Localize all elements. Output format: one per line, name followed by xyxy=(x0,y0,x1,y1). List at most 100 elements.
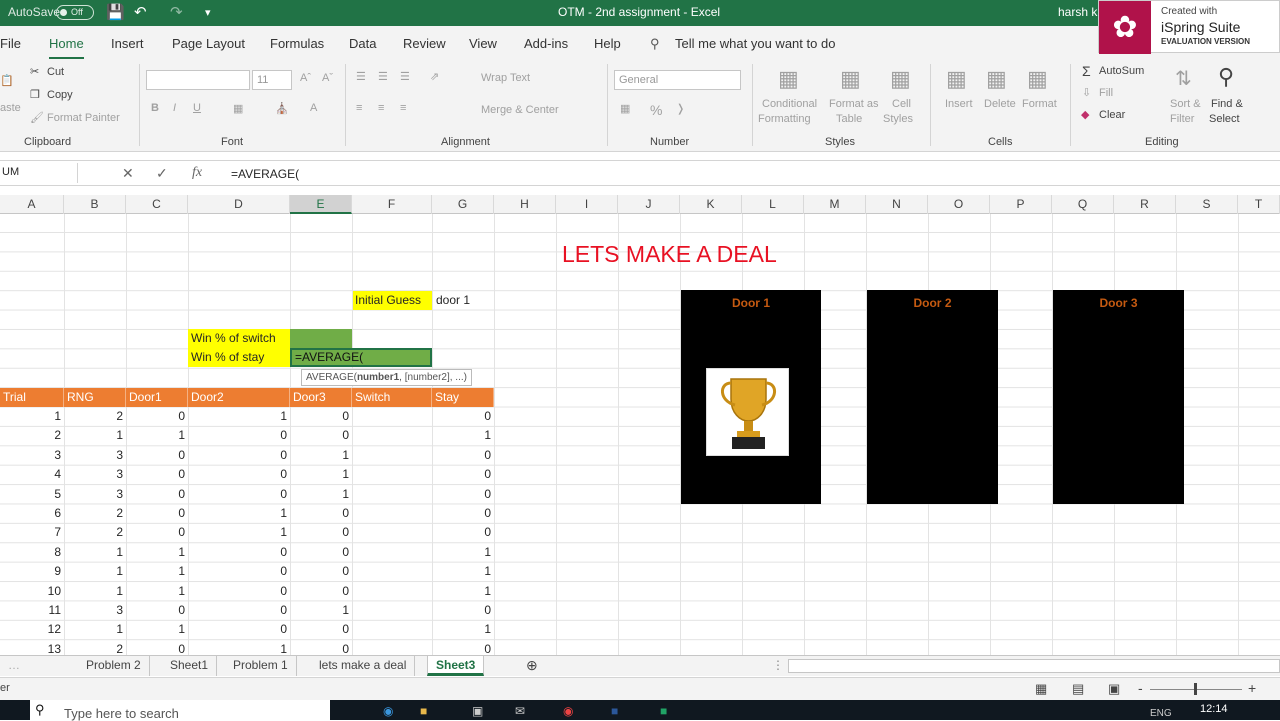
find-icon[interactable]: ⚲ xyxy=(1218,64,1234,90)
table-cell[interactable]: 0 xyxy=(290,620,352,639)
table-cell[interactable]: 0 xyxy=(126,465,188,484)
table-cell[interactable]: 3 xyxy=(64,465,126,484)
zoom-in-button[interactable]: + xyxy=(1248,680,1256,696)
format-painter-icon[interactable]: 🖌 xyxy=(30,111,44,124)
align-top-icon[interactable]: ☰ xyxy=(356,70,366,83)
table-cell[interactable]: 0 xyxy=(126,407,188,426)
table-cell[interactable]: 1 xyxy=(126,562,188,581)
find-select-button[interactable]: Find & xyxy=(1211,98,1243,110)
prev-sheet-icon[interactable]: … xyxy=(0,656,28,676)
fill-color-icon[interactable]: ⛪ xyxy=(275,102,289,115)
table-cell[interactable]: 0 xyxy=(126,446,188,465)
autosum-button[interactable]: AutoSum xyxy=(1099,65,1144,77)
paste-button[interactable]: aste xyxy=(0,102,21,114)
column-header[interactable]: E xyxy=(290,195,352,214)
mail-icon[interactable]: ✉ xyxy=(515,704,525,718)
column-header[interactable]: F xyxy=(352,195,432,214)
table-cell[interactable]: 0 xyxy=(290,582,352,601)
table-cell[interactable]: 0 xyxy=(188,485,290,504)
autosave-toggle[interactable]: Off xyxy=(56,5,94,20)
table-header[interactable]: Stay xyxy=(432,388,494,407)
table-cell[interactable]: 0 xyxy=(188,562,290,581)
win-switch-value[interactable] xyxy=(290,329,352,348)
tab-review[interactable]: Review xyxy=(403,36,446,51)
table-cell[interactable]: 0 xyxy=(126,485,188,504)
table-cell[interactable]: 0 xyxy=(432,446,494,465)
table-cell[interactable]: 0 xyxy=(432,601,494,620)
table-cell[interactable]: 1 xyxy=(290,465,352,484)
table-cell[interactable]: 8 xyxy=(0,543,64,562)
tab-data[interactable]: Data xyxy=(349,36,376,51)
table-header[interactable]: Switch xyxy=(352,388,432,407)
table-cell[interactable]: 1 xyxy=(64,426,126,445)
table-cell[interactable]: 2 xyxy=(64,407,126,426)
save-icon[interactable]: 💾 xyxy=(106,3,125,21)
format-cells-button[interactable]: Format xyxy=(1022,98,1057,110)
table-cell[interactable]: 1 xyxy=(432,562,494,581)
table-cell[interactable]: 0 xyxy=(290,426,352,445)
column-header[interactable]: K xyxy=(680,195,742,214)
win-stay-label[interactable]: Win % of stay xyxy=(188,348,290,367)
percent-icon[interactable]: % xyxy=(650,102,662,118)
column-header[interactable]: T xyxy=(1238,195,1280,214)
sort-filter-button-2[interactable]: Filter xyxy=(1170,113,1194,125)
column-header[interactable]: S xyxy=(1176,195,1238,214)
table-cell[interactable]: 0 xyxy=(432,504,494,523)
table-cell[interactable]: 0 xyxy=(188,543,290,562)
table-cell[interactable]: 9 xyxy=(0,562,64,581)
column-header[interactable]: R xyxy=(1114,195,1176,214)
table-header[interactable]: Door1 xyxy=(126,388,188,407)
font-name-select[interactable] xyxy=(146,70,250,90)
column-header[interactable]: B xyxy=(64,195,126,214)
copy-button[interactable]: Copy xyxy=(47,89,73,101)
sheet-tab[interactable]: Problem 2 xyxy=(78,656,150,676)
table-cell[interactable]: 3 xyxy=(64,446,126,465)
cell-styles-button[interactable]: Cell xyxy=(892,98,911,110)
table-cell[interactable]: 0 xyxy=(290,407,352,426)
table-cell[interactable]: 3 xyxy=(0,446,64,465)
table-cell[interactable]: 1 xyxy=(432,543,494,562)
conditional-formatting-button[interactable]: Conditional xyxy=(762,98,817,110)
tab-add-ins[interactable]: Add-ins xyxy=(524,36,568,51)
format-as-table-button[interactable]: Format as xyxy=(829,98,879,110)
font-size-select[interactable]: 11 xyxy=(252,70,292,90)
cancel-icon[interactable]: ✕ xyxy=(122,165,134,182)
column-header[interactable]: M xyxy=(804,195,866,214)
table-header[interactable]: Door2 xyxy=(188,388,290,407)
sheet-tab[interactable]: lets make a deal xyxy=(311,656,416,676)
tab-formulas[interactable]: Formulas xyxy=(270,36,324,51)
tab-help[interactable]: Help xyxy=(594,36,621,51)
grow-font-icon[interactable]: Aˆ xyxy=(300,72,311,84)
autosum-icon[interactable]: Σ xyxy=(1082,63,1091,79)
format-as-table-button-2[interactable]: Table xyxy=(836,113,862,125)
word-icon[interactable]: ■ xyxy=(611,704,618,718)
shrink-font-icon[interactable]: Aˇ xyxy=(322,72,333,84)
table-cell[interactable]: 0 xyxy=(290,523,352,542)
column-header[interactable]: A xyxy=(0,195,64,214)
align-bottom-icon[interactable]: ☰ xyxy=(400,70,410,83)
win-switch-label[interactable]: Win % of switch xyxy=(188,329,290,348)
insert-cells-icon[interactable]: ▦ xyxy=(946,66,967,92)
font-color-icon[interactable]: A xyxy=(310,102,317,114)
page-layout-view-icon[interactable]: ▤ xyxy=(1072,681,1084,697)
table-cell[interactable]: 0 xyxy=(290,562,352,581)
cell-styles-icon[interactable]: ▦ xyxy=(890,66,911,92)
table-cell[interactable]: 2 xyxy=(0,426,64,445)
fill-icon[interactable]: ⇩ xyxy=(1082,86,1091,99)
cut-icon[interactable]: ✂ xyxy=(30,65,39,78)
table-cell[interactable]: 1 xyxy=(126,620,188,639)
table-cell[interactable]: 0 xyxy=(188,620,290,639)
table-cell[interactable]: 1 xyxy=(432,426,494,445)
table-cell[interactable]: 1 xyxy=(126,582,188,601)
format-as-table-icon[interactable]: ▦ xyxy=(840,66,861,92)
table-cell[interactable]: 0 xyxy=(188,582,290,601)
table-cell[interactable]: 1 xyxy=(432,620,494,639)
table-cell[interactable]: 1 xyxy=(188,407,290,426)
formula-input[interactable]: =AVERAGE( xyxy=(231,167,299,181)
bold-icon[interactable]: B xyxy=(151,102,159,114)
format-painter-button[interactable]: Format Painter xyxy=(47,112,120,124)
tell-me-input[interactable]: Tell me what you want to do xyxy=(675,36,835,51)
trophy-image[interactable] xyxy=(706,368,789,456)
chrome-icon[interactable]: ◉ xyxy=(563,704,573,718)
tab-home[interactable]: Home xyxy=(49,36,84,59)
